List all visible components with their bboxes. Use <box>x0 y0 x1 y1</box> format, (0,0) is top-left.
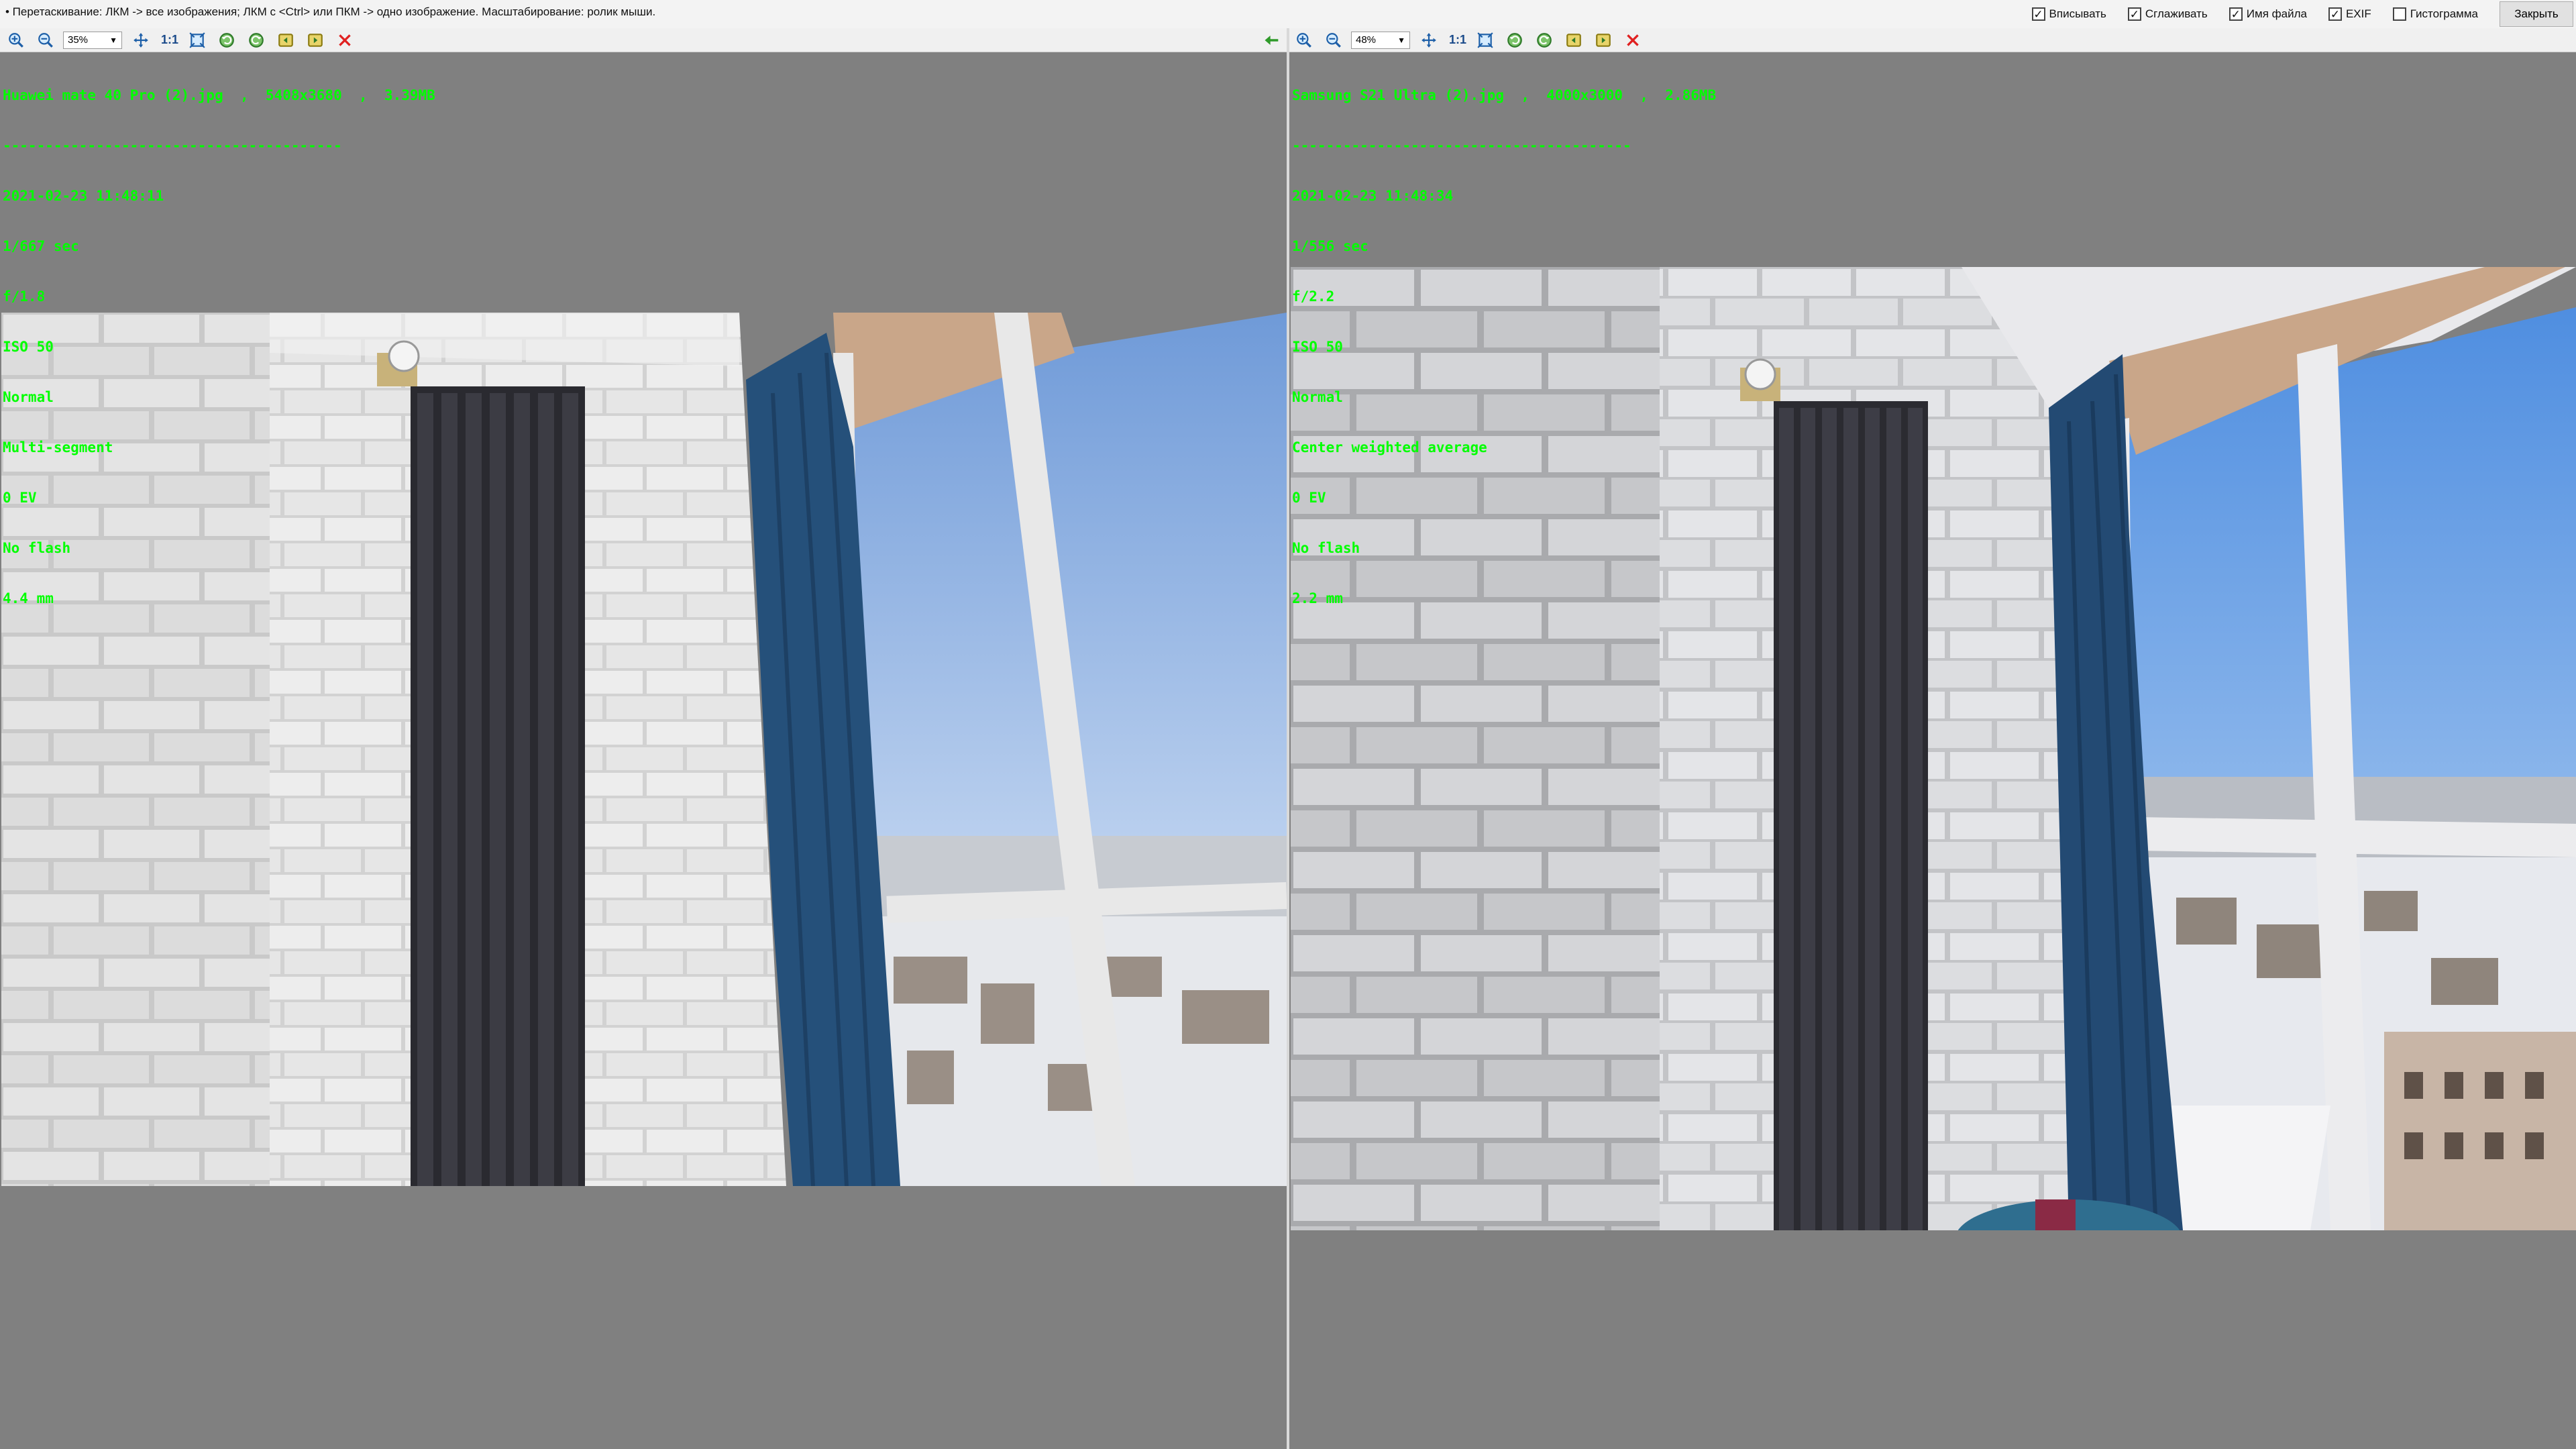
left-close-image-button[interactable] <box>334 30 356 50</box>
next-image-icon <box>308 33 323 47</box>
left-exif-aperture: f/1.8 <box>3 288 46 305</box>
move-arrows-icon <box>1421 32 1436 48</box>
right-zoom-out-button[interactable] <box>1323 30 1344 50</box>
left-exif-ev: 0 EV <box>3 490 37 506</box>
left-prev-button[interactable] <box>275 30 297 50</box>
right-toolbar: 48% ▼ 1:1 <box>1289 28 2576 52</box>
sync-left-arrow-icon[interactable] <box>1263 31 1281 50</box>
previous-image-icon <box>278 33 293 47</box>
left-exif-iso: ISO 50 <box>3 339 54 355</box>
right-exif-overlay: Samsung S21 Ultra (2).jpg , 4000x3000 , … <box>1292 54 1716 641</box>
right-fit-button[interactable] <box>1474 30 1496 50</box>
left-rotate-ccw-button[interactable] <box>216 30 237 50</box>
right-zoom-in-button[interactable] <box>1293 30 1315 50</box>
option-histogram[interactable]: Гистограмма <box>2392 7 2478 21</box>
close-icon <box>1627 34 1639 46</box>
rotate-left-icon <box>219 32 234 48</box>
left-exif-metering: Multi-segment <box>3 439 113 455</box>
rotate-right-icon <box>249 32 264 48</box>
right-exif-shutter: 1/556 sec <box>1292 238 1368 254</box>
previous-image-icon <box>1566 33 1581 47</box>
option-exif-label: EXIF <box>2345 7 2371 20</box>
right-move-button[interactable] <box>1418 30 1440 50</box>
checkbox-fit[interactable]: ✓ <box>2031 7 2045 21</box>
checkbox-exif[interactable]: ✓ <box>2328 7 2342 21</box>
close-button[interactable]: Закрыть <box>2500 1 2573 27</box>
rotate-right-icon <box>1537 32 1552 48</box>
left-exif-overlay: Huawei mate 40 Pro (2).jpg , 5408x3680 ,… <box>3 54 435 641</box>
right-rotate-cw-button[interactable] <box>1534 30 1555 50</box>
fit-screen-icon <box>1477 32 1493 48</box>
left-file-info: Huawei mate 40 Pro (2).jpg , 5408x3680 ,… <box>3 87 435 103</box>
left-next-button[interactable] <box>305 30 326 50</box>
right-exif-focal: 2.2 mm <box>1292 590 1343 606</box>
option-histogram-label: Гистограмма <box>2410 7 2478 20</box>
left-actual-size-button[interactable]: 1:1 <box>161 33 178 47</box>
left-exif-shutter: 1/667 sec <box>3 238 79 254</box>
left-rotate-cw-button[interactable] <box>246 30 267 50</box>
right-exif-metering: Center weighted average <box>1292 439 1487 455</box>
right-close-image-button[interactable] <box>1622 30 1644 50</box>
chevron-down-icon: ▼ <box>1397 35 1405 45</box>
right-exif-iso: ISO 50 <box>1292 339 1343 355</box>
left-exif-focal: 4.4 mm <box>3 590 54 606</box>
right-zoom-select[interactable]: 48% ▼ <box>1351 31 1410 49</box>
right-exif-exposure-mode: Normal <box>1292 389 1343 405</box>
option-exif[interactable]: ✓ EXIF <box>2328 7 2371 21</box>
option-smooth[interactable]: ✓ Сглаживать <box>2127 7 2208 21</box>
option-filename-label: Имя файла <box>2246 7 2307 20</box>
option-filename[interactable]: ✓ Имя файла <box>2229 7 2307 21</box>
right-prev-button[interactable] <box>1563 30 1585 50</box>
left-exif-exposure-mode: Normal <box>3 389 54 405</box>
hint-bar: • Перетаскивание: ЛКМ -> все изображения… <box>0 0 2576 29</box>
right-exif-datetime: 2021-02-23 11:48:34 <box>1292 188 1454 204</box>
zoom-out-icon <box>38 32 53 48</box>
usage-hint: • Перетаскивание: ЛКМ -> все изображения… <box>5 5 656 18</box>
zoom-in-icon <box>9 32 23 48</box>
left-move-button[interactable] <box>130 30 152 50</box>
fit-screen-icon <box>189 32 205 48</box>
right-exif-aperture: f/2.2 <box>1292 288 1335 305</box>
options-panel: ✓ Вписывать ✓ Сглаживать ✓ Имя файла ✓ E… <box>2031 1 2576 27</box>
left-exif-separator: ---------------------------------------- <box>3 138 342 154</box>
next-image-icon <box>1596 33 1611 47</box>
left-exif-datetime: 2021-02-23 11:48:11 <box>3 188 164 204</box>
left-zoom-value: 35% <box>68 34 89 46</box>
option-smooth-label: Сглаживать <box>2145 7 2208 20</box>
left-zoom-select[interactable]: 35% ▼ <box>63 31 122 49</box>
option-fit[interactable]: ✓ Вписывать <box>2031 7 2106 21</box>
left-exif-flash: No flash <box>3 540 71 556</box>
rotate-left-icon <box>1507 32 1522 48</box>
left-toolbar: 35% ▼ 1:1 <box>0 28 1288 52</box>
left-zoom-in-button[interactable] <box>5 30 27 50</box>
right-actual-size-button[interactable]: 1:1 <box>1449 33 1466 47</box>
checkbox-histogram[interactable] <box>2392 7 2406 21</box>
checkbox-smooth[interactable]: ✓ <box>2127 7 2141 21</box>
chevron-down-icon: ▼ <box>109 35 117 45</box>
close-icon <box>339 34 351 46</box>
checkbox-filename[interactable]: ✓ <box>2229 7 2243 21</box>
left-zoom-out-button[interactable] <box>35 30 56 50</box>
right-image-pane[interactable]: Samsung S21 Ultra (2).jpg , 4000x3000 , … <box>1289 52 2576 1449</box>
right-next-button[interactable] <box>1593 30 1614 50</box>
right-exif-separator: ---------------------------------------- <box>1292 138 1631 154</box>
right-exif-ev: 0 EV <box>1292 490 1326 506</box>
move-arrows-icon <box>133 32 148 48</box>
right-rotate-ccw-button[interactable] <box>1504 30 1525 50</box>
option-fit-label: Вписывать <box>2049 7 2106 20</box>
right-exif-flash: No flash <box>1292 540 1360 556</box>
left-image-pane[interactable]: Huawei mate 40 Pro (2).jpg , 5408x3680 ,… <box>0 52 1287 1449</box>
right-file-info: Samsung S21 Ultra (2).jpg , 4000x3000 , … <box>1292 87 1717 103</box>
right-zoom-value: 48% <box>1356 34 1377 46</box>
left-fit-button[interactable] <box>186 30 208 50</box>
zoom-in-icon <box>1297 32 1311 48</box>
zoom-out-icon <box>1326 32 1341 48</box>
